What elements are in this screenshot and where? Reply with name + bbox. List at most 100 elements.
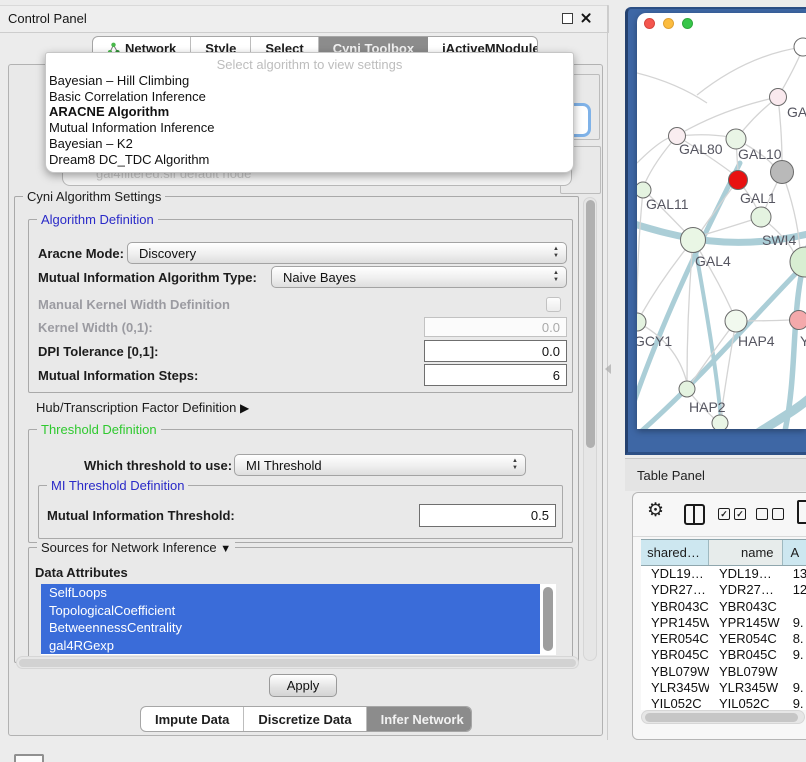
table-hscrollbar-thumb[interactable] bbox=[645, 713, 798, 722]
network-view-window: GALGAL80GAL10GAL1GAL11SWI4GAL4GCY1HAP4YH… bbox=[637, 13, 806, 429]
attribute-list-item[interactable]: TopologicalCoefficient bbox=[41, 602, 540, 620]
dropdown-item[interactable]: Dream8 DC_TDC Algorithm bbox=[46, 152, 573, 168]
cyni-mode-tabbar: Impute DataDiscretize DataInfer Network bbox=[140, 706, 472, 732]
dropdown-item[interactable]: Bayesian – Hill Climbing bbox=[46, 73, 573, 89]
split-columns-icon[interactable] bbox=[684, 504, 705, 525]
close-icon[interactable] bbox=[580, 12, 592, 24]
apply-button[interactable]: Apply bbox=[269, 674, 337, 697]
dpi-tolerance-input[interactable] bbox=[424, 340, 567, 362]
table-hscrollbar-track[interactable] bbox=[641, 710, 805, 724]
table-cell: 9. bbox=[783, 615, 806, 631]
table-row[interactable]: YBR043CYBR043C bbox=[641, 599, 806, 615]
threshold-definition-title: Threshold Definition bbox=[37, 422, 161, 437]
panel-title: Control Panel bbox=[8, 11, 87, 26]
gear-icon[interactable]: ⚙ bbox=[647, 501, 664, 520]
mi-type-label: Mutual Information Algorithm Type: bbox=[38, 270, 257, 285]
network-node-gal[interactable] bbox=[770, 89, 787, 106]
network-node[interactable] bbox=[771, 161, 794, 184]
settings-hscrollbar-track[interactable] bbox=[16, 656, 579, 669]
dropdown-item[interactable]: Bayesian – K2 bbox=[46, 136, 573, 152]
sources-group-title[interactable]: Sources for Network Inference ▼ bbox=[37, 540, 235, 555]
table-row[interactable]: YDR27…YDR27…12 bbox=[641, 582, 806, 598]
algorithm-definition-title: Algorithm Definition bbox=[37, 212, 158, 227]
kernel-width-input[interactable] bbox=[424, 317, 567, 337]
mi-steps-input[interactable] bbox=[424, 364, 567, 386]
network-node-gal1[interactable] bbox=[751, 207, 771, 227]
expand-right-icon[interactable]: ▶ bbox=[240, 401, 249, 415]
node-label: Y bbox=[800, 333, 806, 349]
aracne-mode-label: Aracne Mode: bbox=[38, 246, 124, 261]
table-row[interactable]: YIL052CYIL052C9. bbox=[641, 696, 806, 710]
table-row[interactable]: YER054CYER054C8. bbox=[641, 631, 806, 647]
manual-kernel-label: Manual Kernel Width Definition bbox=[38, 297, 230, 312]
select-all-columns-icon[interactable]: ✓✓ bbox=[718, 508, 746, 520]
network-node[interactable] bbox=[794, 38, 806, 56]
table-row[interactable]: YLR345WYLR345W9. bbox=[641, 680, 806, 696]
network-node-gal4[interactable] bbox=[681, 228, 706, 253]
table-cell: YBR043C bbox=[709, 599, 783, 615]
table-cell: YBR045C bbox=[641, 647, 709, 663]
tab-infer-network[interactable]: Infer Network bbox=[367, 707, 472, 731]
attribute-list-item[interactable]: BetweennessCentrality bbox=[41, 619, 540, 637]
tab-discretize-data[interactable]: Discretize Data bbox=[244, 707, 366, 731]
splitter-handle-icon[interactable] bbox=[605, 364, 611, 374]
export-table-icon[interactable] bbox=[797, 500, 806, 524]
mi-threshold-definition-title: MI Threshold Definition bbox=[47, 478, 188, 493]
float-window-icon[interactable] bbox=[562, 13, 573, 24]
network-graph[interactable]: GALGAL80GAL10GAL1GAL11SWI4GAL4GCY1HAP4YH… bbox=[637, 13, 806, 429]
column-header[interactable]: A bbox=[783, 540, 806, 565]
table-panel-window: ⚙ ✓✓ shared…nameA YDL19…YDL19…13YDR27…YD… bbox=[632, 492, 806, 740]
network-node-swi4[interactable] bbox=[790, 247, 806, 277]
settings-hscrollbar-thumb[interactable] bbox=[19, 659, 576, 667]
dropdown-item[interactable]: ARACNE Algorithm bbox=[46, 104, 573, 120]
collapse-down-icon[interactable]: ▼ bbox=[220, 543, 231, 555]
table-cell: 9. bbox=[783, 696, 806, 710]
column-header[interactable]: shared… bbox=[641, 540, 709, 565]
table-header-row: shared…nameA bbox=[641, 539, 806, 566]
deselect-all-columns-icon[interactable] bbox=[756, 508, 784, 520]
network-node-hap2[interactable] bbox=[679, 381, 695, 397]
mi-algorithm-type-select[interactable]: Naive Bayes ▲▼ bbox=[271, 266, 567, 288]
table-cell: YIL052C bbox=[641, 696, 709, 710]
table-cell: 9. bbox=[783, 647, 806, 663]
table-cell: YLR345W bbox=[641, 680, 709, 696]
dropdown-placeholder: Select algorithm to view settings bbox=[46, 57, 573, 73]
mi-threshold-input[interactable] bbox=[419, 504, 556, 527]
table-cell: YDR27… bbox=[709, 582, 783, 598]
node-label: GAL bbox=[787, 104, 806, 120]
settings-vscrollbar-thumb[interactable] bbox=[586, 200, 595, 448]
attribute-list-item[interactable]: gal4RGexp bbox=[41, 637, 540, 655]
table-cell bbox=[783, 664, 806, 680]
attributes-list-scrollbar-thumb[interactable] bbox=[543, 587, 553, 651]
table-cell: YER054C bbox=[709, 631, 783, 647]
stepper-arrows-icon: ▲▼ bbox=[553, 246, 559, 260]
tab-impute-data[interactable]: Impute Data bbox=[141, 707, 244, 731]
network-node[interactable] bbox=[729, 171, 748, 190]
mi-steps-label: Mutual Information Steps: bbox=[38, 368, 198, 383]
attribute-list-item[interactable]: SelfLoops bbox=[41, 584, 540, 602]
manual-kernel-checkbox[interactable] bbox=[546, 297, 561, 312]
dropdown-item[interactable]: Mutual Information Inference bbox=[46, 120, 573, 136]
table-row[interactable]: YBL079WYBL079W bbox=[641, 664, 806, 680]
settings-group-title: Cyni Algorithm Settings bbox=[23, 189, 165, 204]
table-cell: YDL19… bbox=[709, 566, 783, 582]
which-threshold-select[interactable]: MI Threshold ▲▼ bbox=[234, 454, 526, 476]
network-node[interactable] bbox=[712, 415, 728, 429]
dropdown-item[interactable]: Basic Correlation Inference bbox=[46, 89, 573, 105]
algorithm-dropdown-popup: Select algorithm to view settings Bayesi… bbox=[45, 52, 574, 173]
hub-definition-toggle[interactable]: Hub/Transcription Factor Definition ▶ bbox=[36, 400, 249, 415]
column-header[interactable]: name bbox=[709, 540, 783, 565]
toolbar-separator bbox=[633, 536, 806, 537]
network-node-hap4[interactable] bbox=[725, 310, 747, 332]
table-cell: YDR27… bbox=[641, 582, 709, 598]
settings-vscrollbar-track[interactable] bbox=[583, 197, 597, 661]
network-node-y[interactable] bbox=[790, 311, 806, 330]
aracne-mode-select[interactable]: Discovery ▲▼ bbox=[127, 242, 567, 264]
hub-definition-label: Hub/Transcription Factor Definition bbox=[36, 400, 236, 415]
table-row[interactable]: YBR045CYBR045C9. bbox=[641, 647, 806, 663]
network-node-gcy1[interactable] bbox=[637, 313, 646, 331]
table-row[interactable]: YDL19…YDL19…13 bbox=[641, 566, 806, 582]
table-cell: YDL19… bbox=[641, 566, 709, 582]
app-screen: Control Panel NetworkStyleSelectCyni Too… bbox=[0, 0, 806, 762]
table-row[interactable]: YPR145WYPR145W9. bbox=[641, 615, 806, 631]
